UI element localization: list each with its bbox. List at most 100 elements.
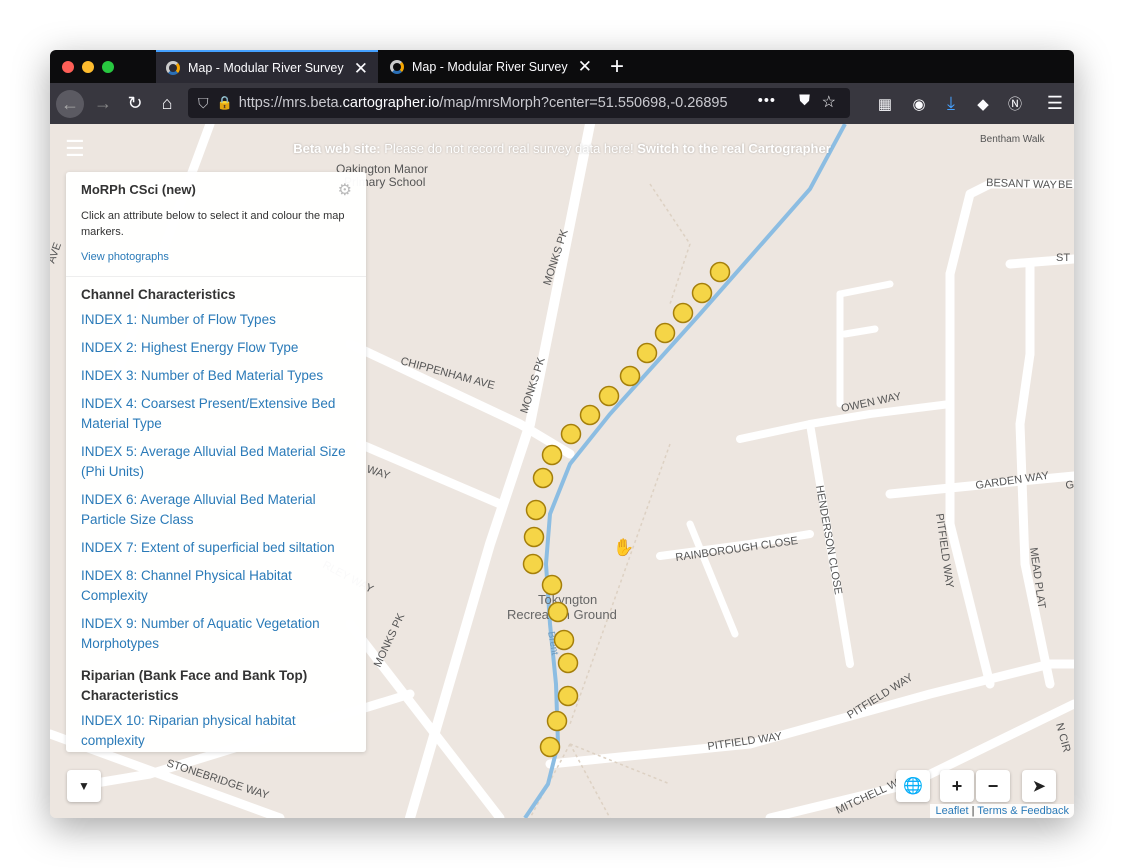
map-label-ave: AVE [50, 241, 64, 265]
attribute-link-index-3[interactable]: INDEX 3: Number of Bed Material Types [81, 366, 359, 386]
panel-title: MoRPh CSci (new) [81, 182, 196, 197]
title-bar: Map - Modular River Survey ✕ Map - Modul… [50, 50, 1074, 83]
site-favicon-icon [166, 60, 180, 75]
attribute-link-index-7[interactable]: INDEX 7: Extent of superficial bed silta… [81, 538, 359, 558]
map-label-besant: BESANT WAY [986, 177, 1058, 191]
attribute-link-index-2[interactable]: INDEX 2: Highest Energy Flow Type [81, 338, 359, 358]
more-icon[interactable]: ••• [758, 93, 776, 109]
survey-marker[interactable] [541, 574, 563, 596]
forward-icon[interactable]: → [90, 83, 116, 124]
minus-icon: − [987, 775, 999, 796]
survey-marker[interactable] [557, 652, 579, 674]
url-bar[interactable]: ⛉ 🔒 https://mrs.beta. cartographer.io/map… [188, 88, 850, 118]
attribute-link-index-1[interactable]: INDEX 1: Number of Flow Types [81, 310, 359, 330]
chevron-down-icon: ▼ [78, 779, 90, 793]
home-icon[interactable]: ⌂ [154, 83, 180, 124]
map-attribution: Leaflet | Terms & Feedback [930, 804, 1074, 818]
survey-marker[interactable] [539, 736, 561, 758]
zoom-out-button[interactable]: − [976, 770, 1010, 802]
tab-title: Map - Modular River Survey [412, 59, 568, 74]
back-icon: ← [56, 89, 84, 118]
incognito-icon[interactable]: ◆ [972, 83, 994, 124]
road [345, 619, 505, 818]
view-photographs-link[interactable]: View photographs [81, 251, 169, 263]
reload-icon[interactable]: ↻ [122, 83, 148, 124]
close-tab-icon[interactable]: ✕ [578, 57, 592, 77]
collapse-panel-button[interactable]: ▼ [67, 770, 101, 802]
survey-marker[interactable] [525, 499, 547, 521]
location-arrow-icon: ➤ [1032, 778, 1046, 795]
beta-label: Beta web site: [293, 141, 381, 156]
lock-icon: 🔒 [216, 95, 233, 110]
survey-marker[interactable] [709, 261, 731, 283]
survey-marker[interactable] [619, 365, 641, 387]
minimize-window-button[interactable] [82, 61, 94, 73]
attribute-link-index-4[interactable]: INDEX 4: Coarsest Present/Extensive Bed … [81, 394, 359, 434]
map-label-garden-way: GARDEN WAY [975, 470, 1051, 492]
leaflet-link[interactable]: Leaflet [935, 805, 968, 817]
gear-icon[interactable]: ⚙ [338, 180, 352, 200]
footpath [649, 183, 691, 305]
tab-inactive[interactable]: Map - Modular River Survey ✕ [380, 50, 602, 83]
locate-button[interactable]: ➤ [1022, 770, 1056, 802]
attribute-link-index-5[interactable]: INDEX 5: Average Alluvial Bed Material S… [81, 442, 359, 482]
survey-marker[interactable] [598, 385, 620, 407]
survey-marker[interactable] [560, 423, 582, 445]
map-label-be: BE [1058, 179, 1073, 191]
survey-marker[interactable] [672, 302, 694, 324]
zoom-in-button[interactable]: + [940, 770, 974, 802]
download-icon[interactable]: ⤓ [940, 83, 962, 124]
map-label-henderson: HENDERSON CLOSE [813, 484, 844, 595]
attribute-list: Channel Characteristics INDEX 1: Number … [81, 285, 359, 752]
plus-icon: + [951, 775, 963, 796]
survey-marker[interactable] [547, 601, 569, 623]
beta-banner: Beta web site: Please do not record real… [50, 141, 1074, 156]
survey-marker[interactable] [636, 342, 658, 364]
road [836, 280, 894, 298]
shield-icon: ⛉ [198, 94, 209, 111]
survey-marker[interactable] [654, 322, 676, 344]
close-window-button[interactable] [62, 61, 74, 73]
survey-marker[interactable] [691, 282, 713, 304]
tab-active[interactable]: Map - Modular River Survey ✕ [156, 50, 378, 83]
attribute-link-index-6[interactable]: INDEX 6: Average Alluvial Bed Material P… [81, 490, 359, 530]
survey-marker[interactable] [546, 710, 568, 732]
attribute-link-index-10[interactable]: INDEX 10: Riparian physical habitat comp… [81, 711, 359, 751]
hamburger-menu-icon[interactable]: ☰ [65, 138, 85, 160]
password-manager-icon[interactable]: ◉ [908, 83, 930, 124]
beta-text: Please do not record real survey data he… [380, 141, 638, 156]
map-label-tokyngton: Tokyngton [538, 592, 597, 607]
url-prefix: https://mrs.beta. [238, 95, 343, 111]
notion-icon[interactable]: Ⓝ [1004, 83, 1026, 124]
map-label-ga: GA [1065, 478, 1074, 492]
survey-marker[interactable] [522, 553, 544, 575]
menu-icon[interactable]: ☰ [1044, 83, 1066, 124]
attribute-link-index-9[interactable]: INDEX 9: Number of Aquatic Vegetation Mo… [81, 614, 359, 654]
layers-button[interactable]: 🌐 [896, 770, 930, 802]
browser-window: Map - Modular River Survey ✕ Map - Modul… [50, 50, 1074, 818]
map-view[interactable]: Oakington Manor Primary School MONKS PK … [50, 124, 1074, 818]
terms-link[interactable]: Terms & Feedback [977, 805, 1069, 817]
survey-marker[interactable] [532, 467, 554, 489]
survey-marker[interactable] [541, 444, 563, 466]
survey-marker[interactable] [579, 404, 601, 426]
close-tab-icon[interactable]: ✕ [354, 59, 368, 79]
footpath [569, 443, 671, 725]
bookmark-star-icon[interactable]: ☆ [822, 92, 836, 112]
switch-link[interactable]: Switch to the real Cartographer [637, 141, 831, 156]
survey-marker[interactable] [557, 685, 579, 707]
survey-marker[interactable] [553, 629, 575, 651]
survey-marker[interactable] [523, 526, 545, 548]
map-label-monks-pk: MONKS PK [372, 611, 408, 669]
divider [66, 276, 366, 277]
new-tab-icon[interactable]: + [610, 53, 624, 81]
back-button[interactable]: ← [54, 83, 86, 124]
zoom-window-button[interactable] [102, 61, 114, 73]
extensions-icon[interactable]: ▦ [874, 83, 896, 124]
road [841, 325, 879, 338]
panel-description: Click an attribute below to select it an… [81, 210, 345, 238]
pocket-icon[interactable]: ⛊ [799, 93, 810, 109]
road-mead-plat [1015, 349, 1055, 689]
tab-title: Map - Modular River Survey [188, 60, 344, 75]
attribute-link-index-8[interactable]: INDEX 8: Channel Physical Habitat Comple… [81, 566, 359, 606]
